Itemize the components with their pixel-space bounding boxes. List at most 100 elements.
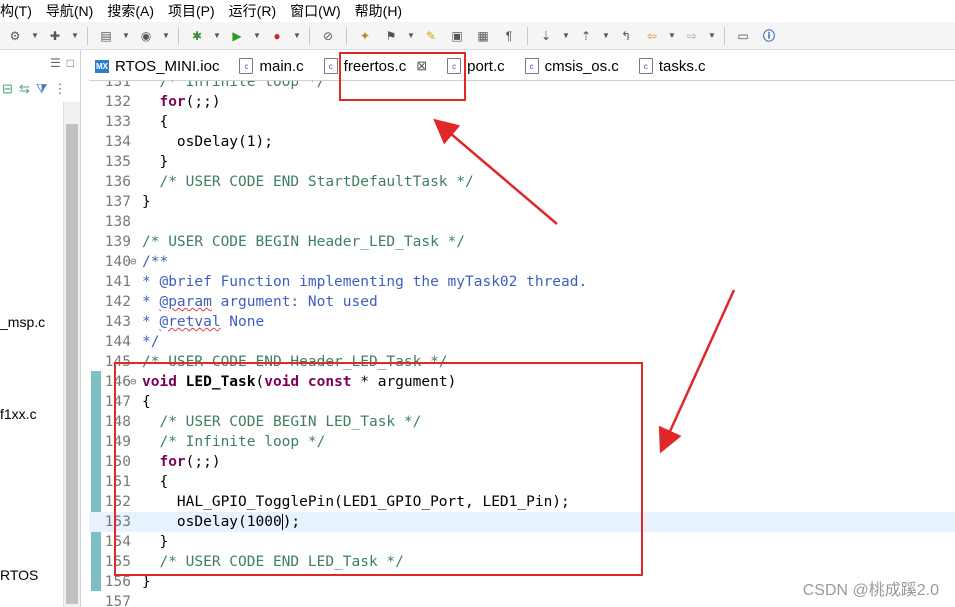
code-line[interactable]: 148 /* USER CODE BEGIN LED_Task */ [89, 412, 955, 432]
code-line[interactable]: 153 osDelay(1000); [89, 512, 955, 532]
settings-icon[interactable]: ⚙ [4, 26, 26, 46]
tab-main-c[interactable]: c main.c [233, 52, 317, 80]
open-task-icon[interactable]: ⚑ [380, 26, 402, 46]
code-line[interactable]: 150 for(;;) [89, 452, 955, 472]
c-file-icon: c [239, 58, 254, 74]
code-line[interactable]: 139 /* USER CODE BEGIN Header_LED_Task */ [89, 232, 955, 252]
build-icon[interactable]: ◉ [135, 26, 157, 46]
main-toolbar: ⚙ ▼ ✚ ▼ ▤ ▼ ◉ ▼ ✱ ▼ ▶ ▼ ● ▼ ⊘ ✦ ⚑ ▼ ✎ ▣ ▦ ¶ ⇣ ▼ ⇡… [0, 22, 955, 50]
forward-icon[interactable]: ⇨ [681, 26, 703, 46]
code-line[interactable]: 155 /* USER CODE END LED_Task */ [89, 552, 955, 572]
tree-item[interactable]: _msp.c [0, 314, 45, 330]
maximize-icon[interactable]: □ [67, 56, 74, 70]
new-project-icon[interactable]: ✚ [44, 26, 66, 46]
back-icon[interactable]: ⇦ [641, 26, 663, 46]
new-file-icon[interactable]: ▤ [95, 26, 117, 46]
code-line[interactable]: 134 osDelay(1); [89, 132, 955, 152]
minimize-icon[interactable]: ☰ [50, 56, 61, 70]
last-edit-icon[interactable]: ↰ [615, 26, 637, 46]
code-line[interactable]: 144 */ [89, 332, 955, 352]
code-text: /* Infinite loop */ [142, 81, 326, 90]
explorer-header: ☰ □ [0, 50, 80, 76]
debug-icon[interactable]: ✱ [186, 26, 208, 46]
dropdown-arrow-icon[interactable]: ▼ [70, 26, 80, 46]
info-icon[interactable]: ⓘ [758, 26, 780, 46]
fold-toggle-icon[interactable]: ⊖ [130, 252, 137, 272]
code-line[interactable]: 135 } [89, 152, 955, 172]
skip-breakpoints-icon[interactable]: ⊘ [317, 26, 339, 46]
explorer-scrollbar[interactable] [63, 102, 80, 607]
line-number: 145 [104, 354, 131, 370]
line-number: 139 [104, 234, 131, 250]
code-text: osDelay(1); [142, 134, 273, 150]
code-line[interactable]: 141 * @brief Function implementing the my… [89, 272, 955, 292]
dropdown-arrow-icon[interactable]: ▼ [212, 26, 222, 46]
code-text: for(;;) [159, 454, 221, 470]
code-line[interactable]: 133 { [89, 112, 955, 132]
menu-project[interactable]: 项目(P) [168, 1, 222, 21]
external-tools-icon[interactable]: ● [266, 26, 288, 46]
code-line[interactable]: 146 ⊖ void LED_Task(void const * argument) [89, 372, 955, 392]
tree-item[interactable]: f1xx.c [0, 406, 37, 422]
code-line[interactable]: 152 HAL_GPIO_TogglePin(LED1_GPIO_Port, L… [89, 492, 955, 512]
show-whitespace-icon[interactable]: ¶ [498, 26, 520, 46]
close-icon[interactable]: ⊠ [416, 58, 427, 74]
code-line[interactable]: 149 /* Infinite loop */ [89, 432, 955, 452]
menu-build[interactable]: 构(T) [0, 1, 39, 21]
open-console-icon[interactable]: ▭ [732, 26, 754, 46]
line-number: 143 [104, 314, 131, 330]
dropdown-arrow-icon[interactable]: ▼ [406, 26, 416, 46]
line-number: 147 [104, 394, 131, 410]
code-line[interactable]: 137} [89, 192, 955, 212]
code-line[interactable]: 142 * @param argument: Not used [89, 292, 955, 312]
filter-icon[interactable]: ⧩ [36, 81, 48, 97]
menu-search[interactable]: 搜索(A) [107, 1, 161, 21]
tree-item[interactable]: RTOS [0, 567, 38, 583]
run-icon[interactable]: ▶ [226, 26, 248, 46]
tab-freertos-c[interactable]: c freertos.c ⊠ [317, 52, 442, 80]
code-line[interactable]: 138 [89, 212, 955, 232]
collapse-all-icon[interactable]: ⊟ [2, 81, 13, 97]
open-type-icon[interactable]: ✦ [354, 26, 376, 46]
code-line[interactable]: 132 for(;;) [89, 92, 955, 112]
tab-cmsis-os-c[interactable]: c cmsis_os.c [519, 52, 633, 80]
code-editor[interactable]: 131 /* Infinite loop */132 for(;;) 133 {1… [89, 81, 955, 607]
dropdown-arrow-icon[interactable]: ▼ [252, 26, 262, 46]
code-line[interactable]: 145 /* USER CODE END Header_LED_Task */ [89, 352, 955, 372]
line-number: 153 [104, 514, 131, 530]
dropdown-arrow-icon[interactable]: ▼ [292, 26, 302, 46]
dropdown-arrow-icon[interactable]: ▼ [667, 26, 677, 46]
menu-window[interactable]: 窗口(W) [290, 1, 348, 21]
link-editor-icon[interactable]: ⇆ [19, 81, 30, 97]
menu-navigate[interactable]: 导航(N) [46, 1, 100, 21]
dropdown-arrow-icon[interactable]: ▼ [121, 26, 131, 46]
dropdown-arrow-icon[interactable]: ▼ [707, 26, 717, 46]
fold-toggle-icon[interactable]: ⊖ [130, 372, 137, 392]
dropdown-arrow-icon[interactable]: ▼ [30, 26, 40, 46]
code-line[interactable]: 143 * @retval None [89, 312, 955, 332]
tab-tasks-c[interactable]: c tasks.c [633, 52, 720, 80]
dropdown-arrow-icon[interactable]: ▼ [161, 26, 171, 46]
dropdown-arrow-icon[interactable]: ▼ [561, 26, 571, 46]
scrollbar-thumb[interactable] [66, 124, 78, 604]
code-line[interactable]: 154 } [89, 532, 955, 552]
prev-annotation-icon[interactable]: ⇡ [575, 26, 597, 46]
tab-port-c[interactable]: c port.c [441, 52, 519, 80]
code-line[interactable]: 147 { [89, 392, 955, 412]
dropdown-arrow-icon[interactable]: ▼ [601, 26, 611, 46]
toolbar-separator [87, 26, 88, 45]
block-select-icon[interactable]: ▦ [472, 26, 494, 46]
code-line[interactable]: 151 { [89, 472, 955, 492]
tab-rtos-mini-ioc[interactable]: MX RTOS_MINI.ioc [89, 52, 233, 80]
code-line[interactable]: 140 ⊖ /** [89, 252, 955, 272]
code-line[interactable]: 136 /* USER CODE END StartDefaultTask */ [89, 172, 955, 192]
next-annotation-icon[interactable]: ⇣ [535, 26, 557, 46]
code-line[interactable]: 131 /* Infinite loop */ [89, 81, 955, 92]
menu-help[interactable]: 帮助(H) [355, 1, 409, 21]
highlight-icon[interactable]: ✎ [420, 26, 442, 46]
line-number: 137 [104, 194, 131, 210]
view-menu-icon[interactable]: ⋮ [53, 81, 66, 97]
watermark: CSDN @桃成蹊2.0 [802, 582, 939, 599]
toggle-mark-icon[interactable]: ▣ [446, 26, 468, 46]
menu-run[interactable]: 运行(R) [229, 1, 283, 21]
